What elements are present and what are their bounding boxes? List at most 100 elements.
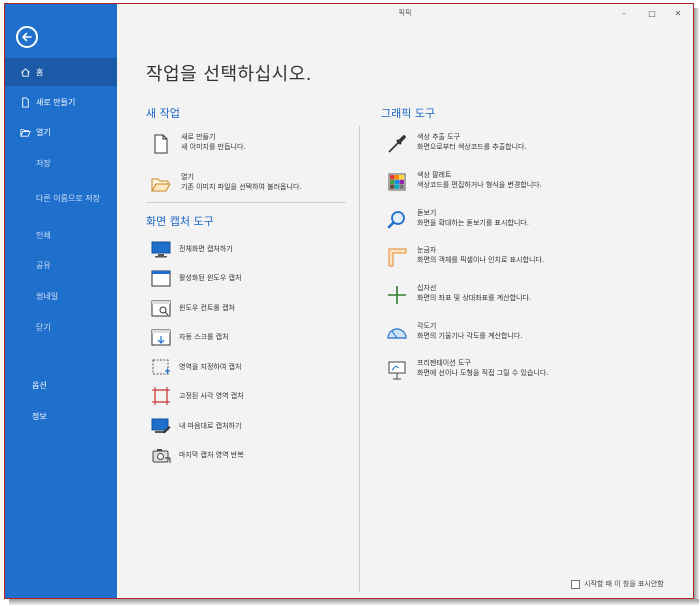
capture-fixed-rect[interactable]: 고정된 사각 영역 캡처 [150, 386, 244, 406]
magnifier-icon [385, 208, 409, 232]
sidebar-item-label: 새로 만들기 [36, 97, 76, 107]
fixed-rect-icon [150, 386, 172, 406]
graphic-magnifier[interactable]: 돋보기 화면을 확대하는 돋보기를 표시합니다. [385, 208, 529, 232]
item-desc: 화면에 선이나 도형을 직접 그릴 수 있습니다. [417, 369, 549, 377]
active-window-icon [150, 268, 172, 288]
sidebar-item-label: 정보 [32, 411, 47, 421]
graphic-crosshair[interactable]: 십자선 화면의 좌표 및 상대좌표를 계산합니다. [385, 283, 531, 307]
section-title-capture: 화면 캡처 도구 [146, 215, 214, 228]
scroll-capture-icon [150, 327, 172, 347]
item-title: 새로 만들기 [181, 133, 216, 141]
capture-repeat-last[interactable]: 마지막 캡처 영역 반복 [150, 445, 244, 465]
repeat-capture-icon [150, 445, 172, 465]
blank-page-icon [149, 132, 173, 156]
item-desc: 화면의 객체를 픽셀이나 인치로 표시합니다. [417, 256, 545, 264]
sidebar-item-options[interactable]: 옵션 [5, 371, 117, 399]
section-title-graphic: 그래픽 도구 [381, 107, 436, 120]
new-file-icon [18, 96, 32, 108]
item-desc: 기존 이미지 파일을 선택하여 불러옵니다. [181, 183, 302, 191]
sidebar-item-label: 열기 [36, 127, 51, 137]
window-title: 픽픽 [398, 9, 412, 17]
sidebar-item-save-as[interactable]: 다른 이름으로 저장 [5, 184, 117, 212]
capture-label: 전체화면 캡처하기 [179, 245, 233, 253]
item-desc: 화면을 확대하는 돋보기를 표시합니다. [417, 219, 529, 227]
sidebar-item-print[interactable]: 인쇄 [5, 221, 117, 249]
sidebar-item-save[interactable]: 저장 [5, 149, 117, 177]
startup-option-label: 시작할 때 이 창을 표시안함 [584, 580, 664, 588]
sidebar-item-thumbnail[interactable]: 썸네일 [5, 282, 117, 310]
capture-label: 윈도우 컨트롤 캡처 [179, 304, 235, 312]
app-window: 홈 새로 만들기 열기 저장 다른 이름으로 저장 인쇄 공유 썸네일 닫기 옵… [4, 3, 694, 599]
sidebar-item-share[interactable]: 공유 [5, 251, 117, 279]
arrow-left-icon [22, 32, 32, 42]
graphic-ruler[interactable]: 눈금자 화면의 객체를 픽셀이나 인치로 표시합니다. [385, 245, 544, 269]
capture-freehand[interactable]: 내 마음대로 캡처하기 [150, 416, 241, 436]
palette-icon [385, 170, 409, 194]
sidebar-item-label: 공유 [36, 260, 51, 270]
back-button[interactable] [16, 26, 38, 48]
graphic-protractor[interactable]: 각도기 화면의 기울기나 각도를 계산합니다. [385, 321, 523, 345]
startup-option[interactable]: 시작할 때 이 창을 표시안함 [571, 579, 664, 589]
column-divider [359, 126, 360, 592]
item-desc: 색상코드를 편집하거나 형식을 변경합니다. [417, 181, 542, 189]
open-folder-icon [149, 172, 173, 196]
capture-window-control[interactable]: 윈도우 컨트롤 캡처 [150, 298, 235, 318]
sidebar-item-label: 옵션 [32, 380, 47, 390]
folder-open-icon [18, 126, 32, 138]
maximize-button[interactable]: □ [645, 7, 659, 19]
startup-checkbox[interactable] [571, 579, 580, 589]
graphic-color-picker[interactable]: 색상 추출 도구 화면으로부터 색상코드를 추출합니다. [385, 132, 527, 156]
item-title: 색상 추출 도구 [417, 133, 461, 141]
capture-label: 영역을 지정하여 캡처 [179, 363, 242, 371]
new-image-item[interactable]: 새로 만들기 새 이미지를 만듭니다. [149, 132, 246, 156]
sidebar-item-label: 인쇄 [36, 230, 51, 240]
capture-label: 고정된 사각 영역 캡처 [179, 392, 244, 400]
section-title-new-task: 새 작업 [146, 107, 180, 120]
item-desc: 화면의 좌표 및 상대좌표를 계산합니다. [417, 294, 532, 302]
open-file-item[interactable]: 열기 기존 이미지 파일을 선택하여 불러옵니다. [149, 172, 302, 196]
item-title: 프리젠테이션 도구 [417, 359, 471, 367]
section-divider [146, 202, 346, 203]
capture-label: 내 마음대로 캡처하기 [179, 422, 242, 430]
capture-fullscreen[interactable]: 전체화면 캡처하기 [150, 239, 233, 259]
ruler-icon [385, 245, 409, 269]
freehand-capture-icon [150, 416, 172, 436]
item-desc: 화면으로부터 색상코드를 추출합니다. [417, 143, 527, 151]
window-control-icon [150, 298, 172, 318]
sidebar-item-home[interactable]: 홈 [5, 58, 117, 86]
sidebar-item-close[interactable]: 닫기 [5, 313, 117, 341]
crosshair-icon [385, 283, 409, 307]
capture-auto-scroll[interactable]: 자동 스크롤 캡처 [150, 327, 229, 347]
whiteboard-icon [385, 358, 409, 382]
home-icon [18, 66, 32, 78]
capture-region[interactable]: 영역을 지정하여 캡처 [150, 357, 241, 377]
eyedropper-icon [385, 132, 409, 156]
monitor-icon [150, 239, 172, 259]
region-capture-icon [150, 357, 172, 377]
graphic-presentation[interactable]: 프리젠테이션 도구 화면에 선이나 도형을 직접 그릴 수 있습니다. [385, 358, 549, 382]
graphic-color-palette[interactable]: 색상 팔레트 색상코드를 편집하거나 형식을 변경합니다. [385, 170, 542, 194]
page-title: 작업을 선택하십시오. [146, 64, 312, 85]
item-desc: 새 이미지를 만듭니다. [181, 143, 246, 151]
sidebar-item-about[interactable]: 정보 [5, 402, 117, 430]
protractor-icon [385, 321, 409, 345]
capture-label: 자동 스크롤 캡처 [179, 333, 229, 341]
item-title: 돋보기 [417, 209, 437, 217]
item-desc: 화면의 기울기나 각도를 계산합니다. [417, 332, 523, 340]
capture-label: 활성화된 윈도우 캡처 [179, 274, 242, 282]
capture-label: 마지막 캡처 영역 반복 [179, 451, 244, 459]
item-title: 각도기 [417, 322, 437, 330]
item-title: 십자선 [417, 284, 437, 292]
item-title: 눈금자 [417, 246, 437, 254]
sidebar-item-label: 닫기 [36, 322, 51, 332]
sidebar-item-new[interactable]: 새로 만들기 [5, 88, 117, 116]
capture-active-window[interactable]: 활성화된 윈도우 캡처 [150, 268, 241, 288]
sidebar-item-label: 저장 [36, 158, 51, 168]
item-title: 열기 [181, 173, 194, 181]
sidebar: 홈 새로 만들기 열기 저장 다른 이름으로 저장 인쇄 공유 썸네일 닫기 옵… [5, 4, 117, 598]
close-button[interactable]: ✕ [671, 7, 685, 19]
sidebar-item-open[interactable]: 열기 [5, 118, 117, 146]
sidebar-item-label: 썸네일 [36, 291, 59, 301]
minimize-button[interactable]: – [617, 7, 631, 19]
title-bar: 픽픽 – □ ✕ [117, 4, 693, 22]
